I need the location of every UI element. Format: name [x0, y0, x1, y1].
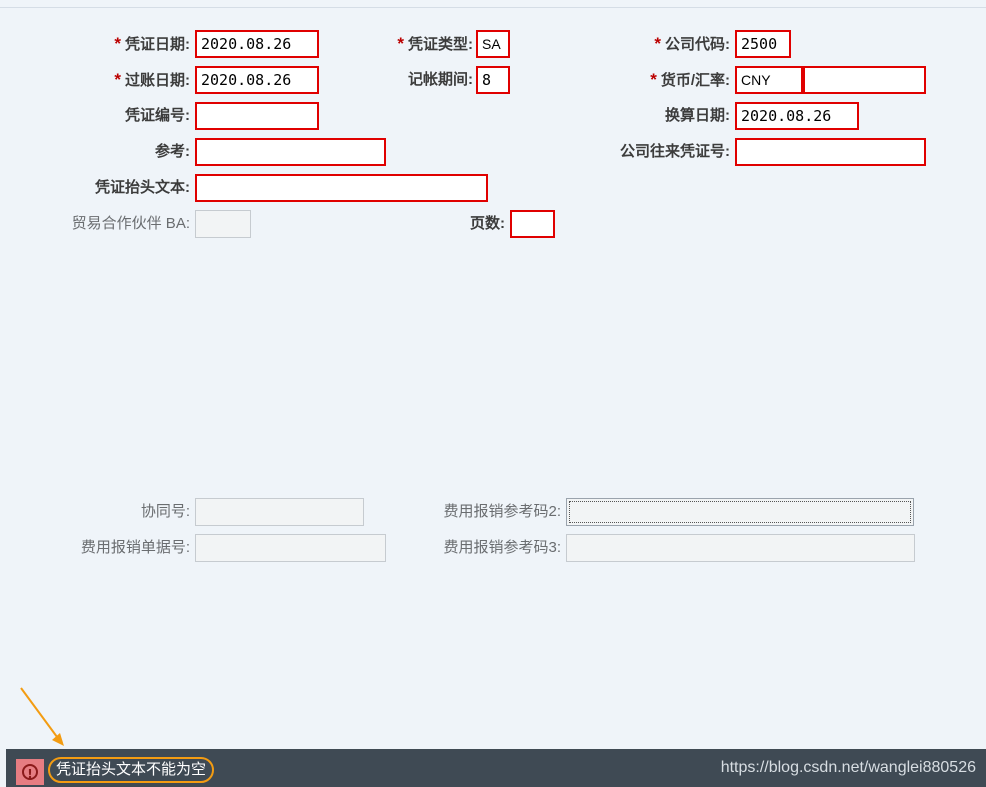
- status-bar: ! 凭证抬头文本不能为空 https://blog.csdn.net/wangl…: [6, 749, 986, 787]
- watermark-url: https://blog.csdn.net/wanglei880526: [720, 759, 976, 776]
- error-icon[interactable]: !: [16, 759, 44, 785]
- status-message[interactable]: 凭证抬头文本不能为空: [48, 757, 215, 783]
- error-glyph: !: [22, 764, 38, 781]
- annotation-arrow: [20, 687, 64, 746]
